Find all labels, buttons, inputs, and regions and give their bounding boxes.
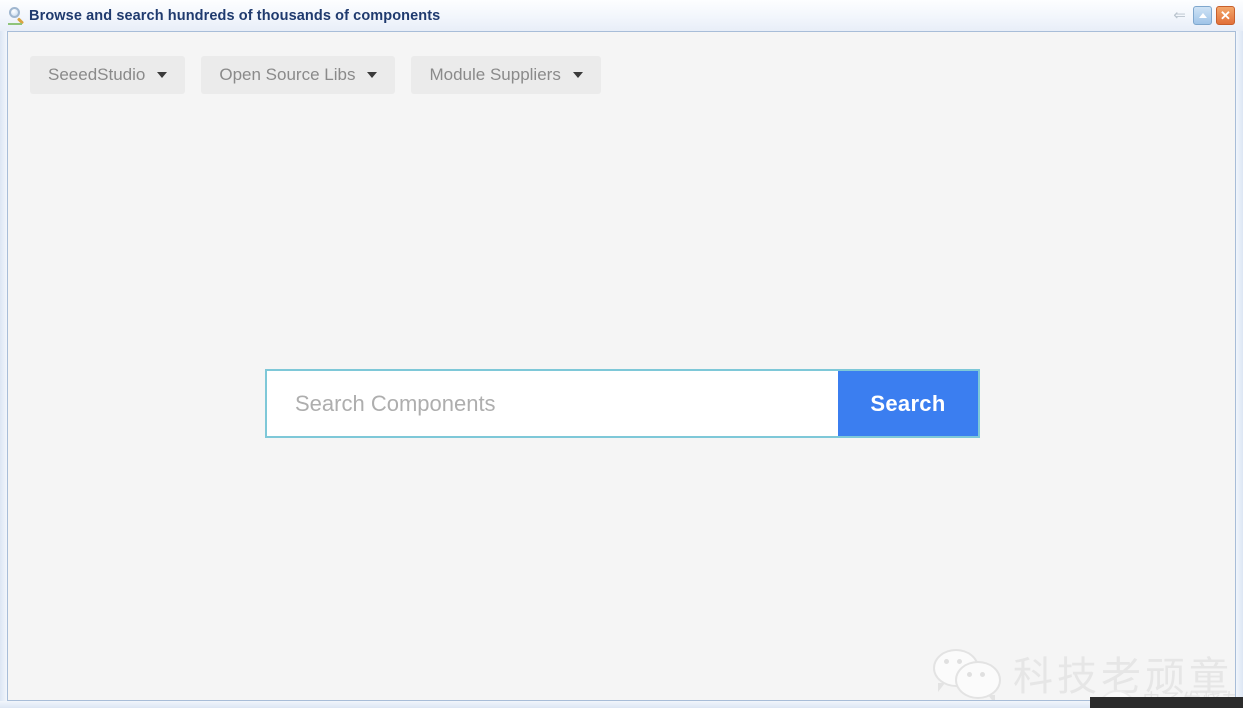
close-button[interactable]: ✕ — [1216, 6, 1235, 25]
back-arrow-glyph: ⇐ — [1173, 7, 1186, 24]
chevron-up-icon — [1198, 12, 1207, 18]
toolbar-dropdown-module-suppliers-label: Module Suppliers — [429, 65, 561, 84]
window-right-edge — [1236, 31, 1243, 701]
chevron-down-icon — [572, 72, 583, 78]
page-content: SeeedStudio Open Source Libs Module Supp… — [8, 32, 1235, 700]
watermark-wechat-text: 科技老顽童 — [1013, 654, 1233, 700]
minimize-button[interactable] — [1193, 6, 1212, 25]
search-input[interactable] — [267, 371, 838, 436]
window-title: Browse and search hundreds of thousands … — [29, 7, 441, 24]
window-bottom-edge — [0, 701, 1090, 708]
magnifier-icon — [8, 6, 26, 25]
window-frame: SeeedStudio Open Source Libs Module Supp… — [7, 31, 1236, 701]
desktop-taskbar-sliver — [1090, 697, 1243, 708]
chevron-down-icon — [367, 72, 378, 78]
toolbar-dropdown-module-suppliers[interactable]: Module Suppliers — [411, 56, 601, 94]
back-arrow-icon[interactable]: ⇐ — [1170, 6, 1189, 25]
toolbar-dropdown-seeedstudio-label: SeeedStudio — [48, 65, 146, 84]
chevron-down-icon — [157, 72, 168, 78]
toolbar: SeeedStudio Open Source Libs Module Supp… — [30, 56, 601, 94]
search-bar: Search — [265, 369, 980, 438]
toolbar-dropdown-open-source-libs[interactable]: Open Source Libs — [201, 56, 396, 94]
toolbar-dropdown-open-source-libs-label: Open Source Libs — [219, 65, 356, 84]
window-left-edge — [0, 31, 7, 701]
wechat-icon — [933, 647, 1001, 700]
title-bar-left: Browse and search hundreds of thousands … — [0, 6, 1170, 25]
window-controls: ⇐ ✕ — [1170, 6, 1243, 25]
application-window: Browse and search hundreds of thousands … — [0, 0, 1243, 708]
watermark-wechat: 科技老顽童 — [933, 644, 1233, 700]
search-button[interactable]: Search — [838, 371, 978, 436]
title-bar: Browse and search hundreds of thousands … — [0, 0, 1243, 31]
toolbar-dropdown-seeedstudio[interactable]: SeeedStudio — [30, 56, 186, 94]
